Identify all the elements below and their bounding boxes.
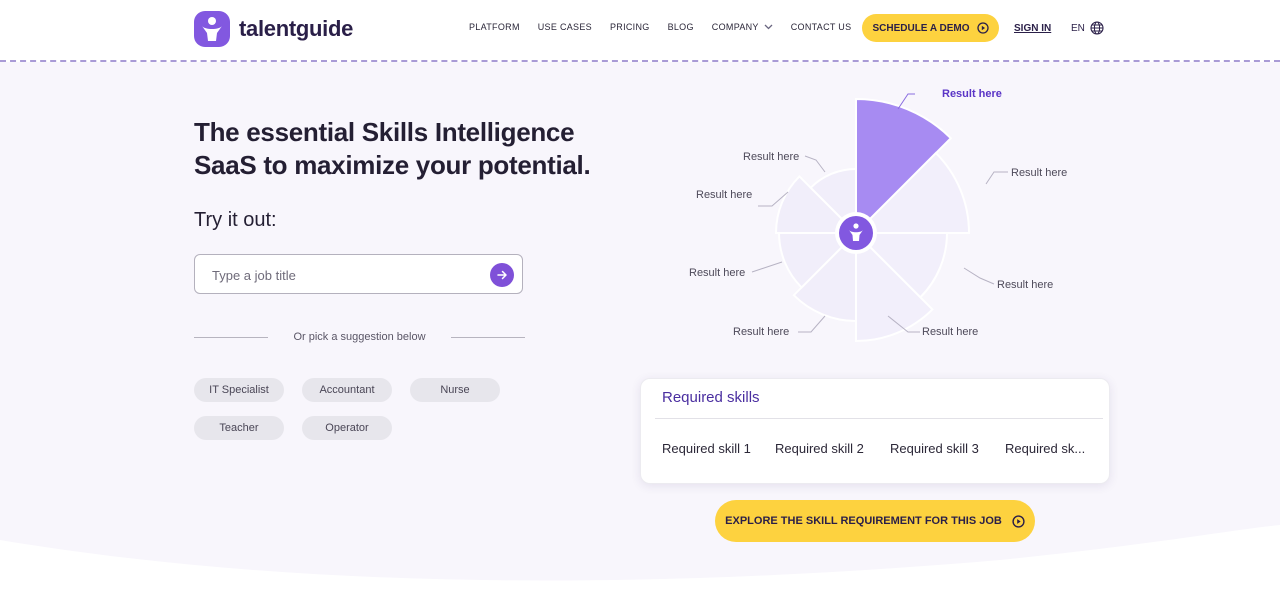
nav-blog[interactable]: BLOG <box>668 22 694 32</box>
explore-label: EXPLORE THE SKILL REQUIREMENT FOR THIS J… <box>725 515 1002 527</box>
main-nav: PLATFORM USE CASES PRICING BLOG COMPANY … <box>469 22 869 32</box>
suggestion-chip-it-specialist[interactable]: IT Specialist <box>194 378 284 402</box>
brand-name: talentguide <box>239 16 354 41</box>
search-submit-button[interactable] <box>490 263 514 287</box>
suggestion-chip-nurse[interactable]: Nurse <box>410 378 500 402</box>
hero-title: The essential Skills Intelligence SaaS t… <box>194 116 614 182</box>
divider-line <box>451 337 525 338</box>
language-label: EN <box>1071 22 1085 34</box>
arrow-right-icon <box>497 270 507 280</box>
try-it-out-label: Try it out: <box>194 209 277 231</box>
nav-use-cases[interactable]: USE CASES <box>538 22 592 32</box>
result-label-8: Result here <box>743 151 799 163</box>
leader-line-8 <box>804 155 826 173</box>
nav-platform[interactable]: PLATFORM <box>469 22 520 32</box>
hero-title-line-1: The essential Skills Intelligence <box>194 117 575 147</box>
leader-line-2 <box>985 171 1008 185</box>
required-skill-3: Required skill 3 <box>890 441 979 456</box>
chevron-down-icon <box>764 24 773 30</box>
leader-line-5 <box>798 315 826 333</box>
divider-line <box>194 337 268 338</box>
required-skill-2: Required skill 2 <box>775 441 864 456</box>
required-skill-1: Required skill 1 <box>662 441 751 456</box>
suggestion-divider: Or pick a suggestion below <box>194 330 525 346</box>
nav-label: COMPANY <box>711 22 759 32</box>
card-divider <box>655 418 1103 419</box>
required-skills-title: Required skills <box>662 389 760 406</box>
result-label-1: Result here <box>942 88 1002 100</box>
divider-text: Or pick a suggestion below <box>293 331 426 343</box>
nav-label: PLATFORM <box>469 22 520 32</box>
nav-pricing[interactable]: PRICING <box>610 22 650 32</box>
suggestion-chip-operator[interactable]: Operator <box>302 416 392 440</box>
sign-in-link[interactable]: SIGN IN <box>1014 23 1051 34</box>
suggestion-chip-accountant[interactable]: Accountant <box>302 378 392 402</box>
result-label-7: Result here <box>696 189 752 201</box>
explore-skill-requirement-button[interactable]: EXPLORE THE SKILL REQUIREMENT FOR THIS J… <box>715 500 1035 542</box>
skills-radial-chart: Result here Result here Result here Resu… <box>689 88 1067 343</box>
nav-company[interactable]: COMPANY <box>712 22 773 32</box>
result-label-3: Result here <box>997 279 1053 291</box>
logo[interactable]: talentguide <box>194 11 353 47</box>
nav-contact-us[interactable]: CONTACT US <box>791 22 852 32</box>
required-skills-card: Required skills Required skill 1 Require… <box>640 378 1110 484</box>
language-selector[interactable]: EN <box>1071 21 1104 35</box>
required-skill-4: Required sk... <box>1005 441 1086 456</box>
talentguide-logo-icon <box>194 11 230 47</box>
globe-icon <box>1090 21 1104 35</box>
leader-line-3 <box>963 267 995 285</box>
leader-line-6 <box>751 261 783 273</box>
nav-label: BLOG <box>667 22 694 32</box>
job-title-input[interactable] <box>210 264 484 286</box>
chart-wedges <box>774 97 971 343</box>
result-label-2: Result here <box>1011 167 1067 179</box>
nav-label: PRICING <box>609 22 650 32</box>
nav-label: USE CASES <box>537 22 592 32</box>
site-header: talentguide PLATFORM USE CASES PRICING B… <box>0 0 1280 62</box>
hero-title-line-2: SaaS to maximize your potential. <box>194 150 591 180</box>
nav-label: CONTACT US <box>790 22 852 32</box>
result-label-5: Result here <box>733 326 789 338</box>
result-label-6: Result here <box>689 267 745 279</box>
suggestion-chip-teacher[interactable]: Teacher <box>194 416 284 440</box>
result-label-4: Result here <box>922 326 978 338</box>
demo-label: SCHEDULE A DEMO <box>872 22 970 34</box>
schedule-demo-button[interactable]: SCHEDULE A DEMO <box>862 14 999 42</box>
play-circle-icon <box>976 22 989 34</box>
job-title-search <box>194 254 523 294</box>
play-circle-icon <box>1012 514 1025 528</box>
